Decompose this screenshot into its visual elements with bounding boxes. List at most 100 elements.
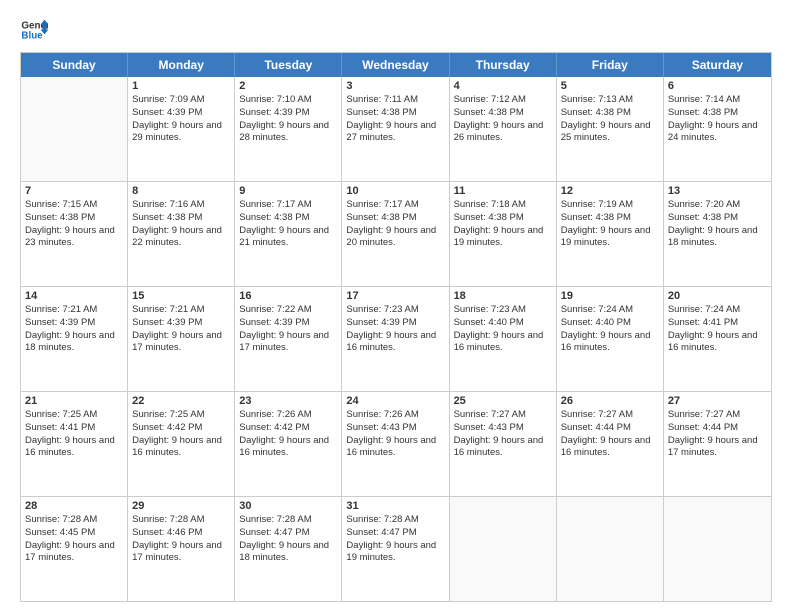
calendar-cell-1: 1 Sunrise: 7:09 AMSunset: 4:39 PMDaylight… xyxy=(128,77,235,181)
day-info: Sunrise: 7:17 AMSunset: 4:38 PMDaylight:… xyxy=(346,199,444,250)
calendar-cell-25: 25 Sunrise: 7:27 AMSunset: 4:43 PMDayligh… xyxy=(450,392,557,496)
sunset-text: Sunset: 4:44 PM xyxy=(561,422,659,435)
sunset-text: Sunset: 4:39 PM xyxy=(132,107,230,120)
header-day-saturday: Saturday xyxy=(664,53,771,77)
sunrise-text: Sunrise: 7:20 AM xyxy=(668,199,767,212)
calendar-cell-empty-4-4 xyxy=(450,497,557,601)
sunrise-text: Sunrise: 7:24 AM xyxy=(561,304,659,317)
calendar-cell-20: 20Sunrise: 7:24 AMSunset: 4:41 PMDayligh… xyxy=(664,287,771,391)
daylight-text: Daylight: 9 hours and 29 minutes. xyxy=(132,120,230,146)
sunset-text: Sunset: 4:38 PM xyxy=(239,212,337,225)
day-number: 23 xyxy=(239,395,337,407)
sunset-text: Sunset: 4:41 PM xyxy=(668,317,767,330)
day-info: Sunrise: 7:26 AMSunset: 4:43 PMDaylight:… xyxy=(346,409,444,460)
header-day-tuesday: Tuesday xyxy=(235,53,342,77)
sunrise-text: Sunrise: 7:10 AM xyxy=(239,94,337,107)
day-info: Sunrise: 7:14 AMSunset: 4:38 PMDaylight:… xyxy=(668,94,767,145)
sunset-text: Sunset: 4:38 PM xyxy=(561,107,659,120)
sunset-text: Sunset: 4:39 PM xyxy=(239,317,337,330)
calendar-cell-21: 21Sunrise: 7:25 AMSunset: 4:41 PMDayligh… xyxy=(21,392,128,496)
sunset-text: Sunset: 4:38 PM xyxy=(561,212,659,225)
day-info: Sunrise: 7:27 AMSunset: 4:43 PMDaylight:… xyxy=(454,409,552,460)
calendar-week-2: 7Sunrise: 7:15 AMSunset: 4:38 PMDaylight… xyxy=(21,182,771,287)
day-number: 17 xyxy=(346,290,444,302)
sunset-text: Sunset: 4:43 PM xyxy=(454,422,552,435)
daylight-text: Daylight: 9 hours and 27 minutes. xyxy=(346,120,444,146)
sunset-text: Sunset: 4:38 PM xyxy=(454,107,552,120)
calendar-page: General Blue SundayMondayTuesdayWednesda… xyxy=(0,0,792,612)
sunrise-text: Sunrise: 7:13 AM xyxy=(561,94,659,107)
day-info: Sunrise: 7:20 AMSunset: 4:38 PMDaylight:… xyxy=(668,199,767,250)
calendar-cell-16: 16 Sunrise: 7:22 AMSunset: 4:39 PMDayligh… xyxy=(235,287,342,391)
calendar-cell-11: 11Sunrise: 7:18 AMSunset: 4:38 PMDayligh… xyxy=(450,182,557,286)
header-day-thursday: Thursday xyxy=(450,53,557,77)
day-info: Sunrise: 7:25 AMSunset: 4:41 PMDaylight:… xyxy=(25,409,123,460)
day-info: Sunrise: 7:28 AMSunset: 4:46 PMDaylight:… xyxy=(132,514,230,565)
day-info: Sunrise: 7:27 AMSunset: 4:44 PMDaylight:… xyxy=(561,409,659,460)
day-info: Sunrise: 7:11 AMSunset: 4:38 PMDaylight:… xyxy=(346,94,444,145)
sunset-text: Sunset: 4:38 PM xyxy=(346,212,444,225)
day-info: Sunrise: 7:12 AMSunset: 4:38 PMDaylight:… xyxy=(454,94,552,145)
day-info: Sunrise: 7:25 AMSunset: 4:42 PMDaylight:… xyxy=(132,409,230,460)
calendar-cell-28: 28Sunrise: 7:28 AMSunset: 4:45 PMDayligh… xyxy=(21,497,128,601)
day-number: 7 xyxy=(25,185,123,197)
day-info: Sunrise: 7:19 AMSunset: 4:38 PMDaylight:… xyxy=(561,199,659,250)
day-info: Sunrise: 7:23 AMSunset: 4:39 PMDaylight:… xyxy=(346,304,444,355)
sunrise-text: Sunrise: 7:27 AM xyxy=(668,409,767,422)
daylight-text: Daylight: 9 hours and 17 minutes. xyxy=(132,330,230,356)
logo: General Blue xyxy=(20,16,52,44)
sunrise-text: Sunrise: 7:28 AM xyxy=(239,514,337,527)
sunset-text: Sunset: 4:39 PM xyxy=(25,317,123,330)
logo-icon: General Blue xyxy=(20,16,48,44)
day-info: Sunrise: 7:17 AMSunset: 4:38 PMDaylight:… xyxy=(239,199,337,250)
sunrise-text: Sunrise: 7:19 AM xyxy=(561,199,659,212)
sunset-text: Sunset: 4:38 PM xyxy=(132,212,230,225)
calendar-cell-7: 7Sunrise: 7:15 AMSunset: 4:38 PMDaylight… xyxy=(21,182,128,286)
header-day-sunday: Sunday xyxy=(21,53,128,77)
calendar-week-3: 14Sunrise: 7:21 AMSunset: 4:39 PMDayligh… xyxy=(21,287,771,392)
daylight-text: Daylight: 9 hours and 28 minutes. xyxy=(239,120,337,146)
sunset-text: Sunset: 4:38 PM xyxy=(25,212,123,225)
sunrise-text: Sunrise: 7:26 AM xyxy=(346,409,444,422)
sunrise-text: Sunrise: 7:18 AM xyxy=(454,199,552,212)
day-info: Sunrise: 7:21 AMSunset: 4:39 PMDaylight:… xyxy=(25,304,123,355)
calendar-cell-26: 26Sunrise: 7:27 AMSunset: 4:44 PMDayligh… xyxy=(557,392,664,496)
daylight-text: Daylight: 9 hours and 16 minutes. xyxy=(346,435,444,461)
daylight-text: Daylight: 9 hours and 16 minutes. xyxy=(561,435,659,461)
daylight-text: Daylight: 9 hours and 24 minutes. xyxy=(668,120,767,146)
calendar-cell-29: 29 Sunrise: 7:28 AMSunset: 4:46 PMDayligh… xyxy=(128,497,235,601)
calendar-cell-9: 9Sunrise: 7:17 AMSunset: 4:38 PMDaylight… xyxy=(235,182,342,286)
header-day-monday: Monday xyxy=(128,53,235,77)
calendar-cell-5: 5Sunrise: 7:13 AMSunset: 4:38 PMDaylight… xyxy=(557,77,664,181)
sunrise-text: Sunrise: 7:22 AM xyxy=(239,304,337,317)
day-number: 29 xyxy=(132,500,230,512)
day-number: 2 xyxy=(239,80,337,92)
day-number: 16 xyxy=(239,290,337,302)
sunrise-text: Sunrise: 7:21 AM xyxy=(132,304,230,317)
daylight-text: Daylight: 9 hours and 26 minutes. xyxy=(454,120,552,146)
daylight-text: Daylight: 9 hours and 16 minutes. xyxy=(25,435,123,461)
sunset-text: Sunset: 4:42 PM xyxy=(132,422,230,435)
day-info: Sunrise: 7:09 AMSunset: 4:39 PMDaylight:… xyxy=(132,94,230,145)
day-info: Sunrise: 7:22 AMSunset: 4:39 PMDaylight:… xyxy=(239,304,337,355)
sunrise-text: Sunrise: 7:28 AM xyxy=(346,514,444,527)
daylight-text: Daylight: 9 hours and 21 minutes. xyxy=(239,225,337,251)
daylight-text: Daylight: 9 hours and 19 minutes. xyxy=(561,225,659,251)
calendar-cell-13: 13Sunrise: 7:20 AMSunset: 4:38 PMDayligh… xyxy=(664,182,771,286)
day-number: 1 xyxy=(132,80,230,92)
sunset-text: Sunset: 4:39 PM xyxy=(346,317,444,330)
day-number: 25 xyxy=(454,395,552,407)
day-info: Sunrise: 7:27 AMSunset: 4:44 PMDaylight:… xyxy=(668,409,767,460)
daylight-text: Daylight: 9 hours and 16 minutes. xyxy=(454,330,552,356)
daylight-text: Daylight: 9 hours and 19 minutes. xyxy=(346,540,444,566)
sunset-text: Sunset: 4:39 PM xyxy=(132,317,230,330)
day-number: 14 xyxy=(25,290,123,302)
sunset-text: Sunset: 4:46 PM xyxy=(132,527,230,540)
calendar-week-5: 28Sunrise: 7:28 AMSunset: 4:45 PMDayligh… xyxy=(21,497,771,601)
calendar-cell-6: 6Sunrise: 7:14 AMSunset: 4:38 PMDaylight… xyxy=(664,77,771,181)
day-number: 31 xyxy=(346,500,444,512)
day-number: 19 xyxy=(561,290,659,302)
daylight-text: Daylight: 9 hours and 17 minutes. xyxy=(668,435,767,461)
sunset-text: Sunset: 4:41 PM xyxy=(25,422,123,435)
calendar-week-1: 1 Sunrise: 7:09 AMSunset: 4:39 PMDaylight… xyxy=(21,77,771,182)
